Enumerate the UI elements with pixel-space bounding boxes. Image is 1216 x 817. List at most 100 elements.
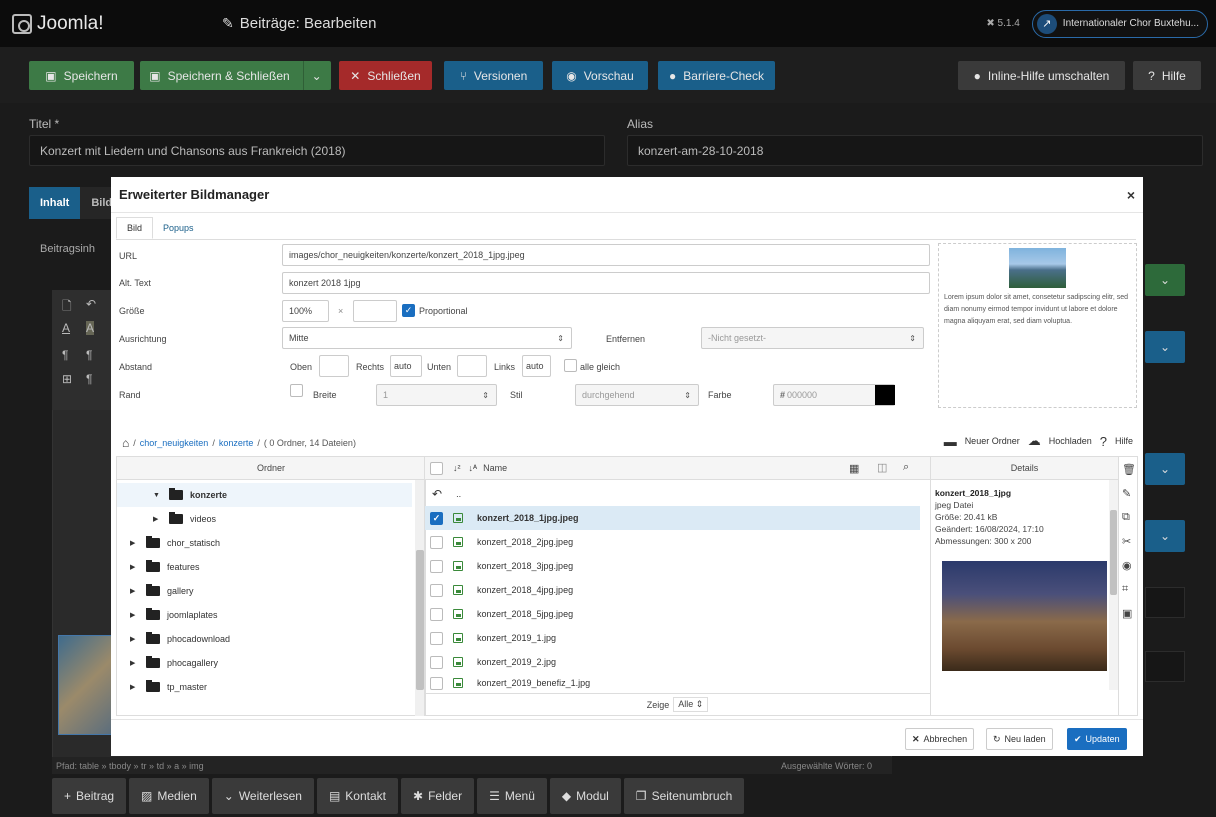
caret-right-icon[interactable]: ▶ xyxy=(130,539,146,547)
menu-button[interactable]: ☰ Menü xyxy=(477,778,547,814)
trash-icon[interactable]: 🗑 xyxy=(1122,463,1136,476)
color-swatch[interactable] xyxy=(875,385,895,405)
help-circle-icon[interactable]: ? xyxy=(1100,434,1107,449)
caret-right-icon[interactable]: ▶ xyxy=(153,515,169,523)
proportional-checkbox[interactable]: ✓ xyxy=(402,304,415,317)
border-style-select[interactable]: durchgehend xyxy=(575,384,699,406)
update-button[interactable]: ✔ Updaten xyxy=(1067,728,1127,750)
rtl-icon[interactable]: ¶ xyxy=(86,348,92,362)
tree-folder-konzerte[interactable]: ▼ konzerte xyxy=(117,483,412,507)
tree-folder-chor-statisch[interactable]: ▶ chor_statisch xyxy=(117,531,220,555)
font-color-icon[interactable]: A xyxy=(62,321,70,335)
cut-icon[interactable]: ✂ xyxy=(1122,535,1131,548)
caret-right-icon[interactable]: ▶ xyxy=(130,659,146,667)
edit-icon[interactable]: ✎ xyxy=(1122,487,1131,500)
tree-folder-joomlaplates[interactable]: ▶ joomlaplates xyxy=(117,603,218,627)
ltr-icon[interactable]: ¶ xyxy=(62,348,68,362)
crop-icon[interactable]: ⌗ xyxy=(1122,583,1128,596)
media-button[interactable]: ▨ Medien xyxy=(129,778,209,814)
upload-cloud-icon[interactable]: ☁ xyxy=(1028,433,1041,449)
table-icon[interactable]: ⊞ xyxy=(62,372,72,386)
new-doc-icon[interactable]: 🗋 xyxy=(62,297,72,318)
side-input[interactable] xyxy=(1145,651,1185,682)
file-checkbox[interactable] xyxy=(430,559,443,573)
tab-content[interactable]: Inhalt xyxy=(29,187,81,219)
reload-button[interactable]: ↻ Neu laden xyxy=(986,728,1053,750)
home-icon[interactable]: ⌂ xyxy=(122,436,129,450)
pagebreak-button[interactable]: ❐ Seitenumbruch xyxy=(623,778,745,814)
grid-view-icon[interactable]: ▦ xyxy=(849,462,859,475)
crumb-sub-link[interactable]: konzerte xyxy=(219,438,254,448)
equal-spacing-checkbox[interactable] xyxy=(564,359,577,372)
file-checkbox[interactable] xyxy=(430,676,443,690)
file-row[interactable]: konzert_2019_1.jpg xyxy=(425,626,920,650)
sort-name-icon[interactable]: ↓ᴬ xyxy=(469,463,478,473)
caret-right-icon[interactable]: ▶ xyxy=(130,563,146,571)
module-button[interactable]: ◆ Modul xyxy=(549,778,621,814)
highlight-icon[interactable]: A xyxy=(86,321,95,335)
caret-down-icon[interactable]: ▼ xyxy=(153,492,169,499)
url-input[interactable]: images/chor_neuigkeiten/konzerte/konzert… xyxy=(282,244,930,266)
close-button[interactable]: ✕ Schließen xyxy=(339,61,432,90)
name-column-header[interactable]: Name xyxy=(483,463,507,473)
fields-button[interactable]: ✱ Felder xyxy=(401,778,475,814)
tree-folder-phocadownload[interactable]: ▶ phocadownload xyxy=(117,627,230,651)
caret-right-icon[interactable]: ▶ xyxy=(130,587,146,595)
alt-text-input[interactable]: konzert 2018 1jpg xyxy=(282,272,930,294)
tree-folder-videos[interactable]: ▶ videos xyxy=(117,507,216,531)
border-width-select[interactable]: 1 xyxy=(376,384,497,406)
crumb-root-link[interactable]: chor_neuigkeiten xyxy=(140,438,209,448)
tree-folder-features[interactable]: ▶ features xyxy=(117,555,200,579)
search-icon[interactable]: ⌕ xyxy=(903,461,909,474)
help-link[interactable]: Hilfe xyxy=(1115,436,1133,446)
tree-folder-tp-master[interactable]: ▶ tp_master xyxy=(117,675,207,699)
file-row[interactable]: konzert_2018_5jpg.jpeg xyxy=(425,602,920,626)
select-all-checkbox[interactable] xyxy=(430,461,443,475)
side-dropdown-button[interactable]: ⌄ xyxy=(1145,331,1185,363)
tree-folder-gallery[interactable]: ▶ gallery xyxy=(117,579,194,603)
side-input[interactable] xyxy=(1145,587,1185,618)
tab-popups[interactable]: Popups xyxy=(153,217,204,239)
remove-select[interactable]: -Nicht gesetzt- xyxy=(701,327,924,349)
alignment-select[interactable]: Mitte xyxy=(282,327,572,349)
scrollbar-thumb[interactable] xyxy=(416,550,424,690)
tab-image[interactable]: Bild xyxy=(116,217,154,239)
eye-icon[interactable]: ◉ xyxy=(1122,559,1132,572)
scrollbar-thumb[interactable] xyxy=(1110,510,1117,595)
title-input[interactable]: Konzert mit Liedern und Chansons aus Fra… xyxy=(29,135,605,166)
margin-right-input[interactable]: auto xyxy=(390,355,422,377)
caret-right-icon[interactable]: ▶ xyxy=(130,683,146,691)
file-checkbox[interactable] xyxy=(430,607,443,621)
tree-folder-phocagallery[interactable]: ▶ phocagallery xyxy=(117,651,218,675)
editor-selected-image[interactable] xyxy=(58,635,114,735)
new-folder-button[interactable]: Neuer Ordner xyxy=(965,436,1020,446)
inline-help-button[interactable]: ● Inline-Hilfe umschalten xyxy=(958,61,1125,90)
alias-input[interactable]: konzert-am-28-10-2018 xyxy=(627,135,1203,166)
file-row[interactable]: ✓ konzert_2018_1jpg.jpeg xyxy=(425,506,920,530)
site-link-button[interactable]: ↗ Internationaler Chor Buxtehu... xyxy=(1031,9,1208,38)
article-button[interactable]: + Beitrag xyxy=(52,778,127,814)
chevron-down-icon[interactable]: ⌄ xyxy=(302,61,322,90)
image-icon[interactable]: ▣ xyxy=(1122,607,1132,620)
save-close-button[interactable]: ▣ Speichern & Schließen ⌄ xyxy=(140,61,331,90)
new-folder-icon[interactable]: ▬ xyxy=(944,434,957,449)
show-select[interactable]: Alle ⇕ xyxy=(673,697,709,712)
cancel-button[interactable]: ✕ Abbrechen xyxy=(905,728,975,750)
height-input[interactable] xyxy=(353,300,397,322)
save-button[interactable]: ▣ Speichern xyxy=(29,61,134,90)
margin-top-input[interactable] xyxy=(319,355,349,377)
border-checkbox[interactable] xyxy=(290,384,303,397)
file-checkbox[interactable] xyxy=(430,535,443,549)
file-checkbox[interactable]: ✓ xyxy=(430,511,443,525)
sort-asc-icon[interactable]: ↓² xyxy=(453,463,461,473)
side-dropdown-button[interactable]: ⌄ xyxy=(1145,264,1185,296)
help-button[interactable]: ? Hilfe xyxy=(1133,61,1201,90)
file-row[interactable]: konzert_2018_4jpg.jpeg xyxy=(425,578,920,602)
side-dropdown-button[interactable]: ⌄ xyxy=(1145,453,1185,485)
accessibility-check-button[interactable]: ● Barriere-Check xyxy=(658,61,775,90)
file-checkbox[interactable] xyxy=(430,583,443,597)
side-dropdown-button[interactable]: ⌄ xyxy=(1145,520,1185,552)
joomla-logo[interactable]: Joomla! xyxy=(12,13,222,35)
contact-button[interactable]: ▤ Kontakt xyxy=(316,778,398,814)
readmore-button[interactable]: ⌄ Weiterlesen xyxy=(211,778,314,814)
